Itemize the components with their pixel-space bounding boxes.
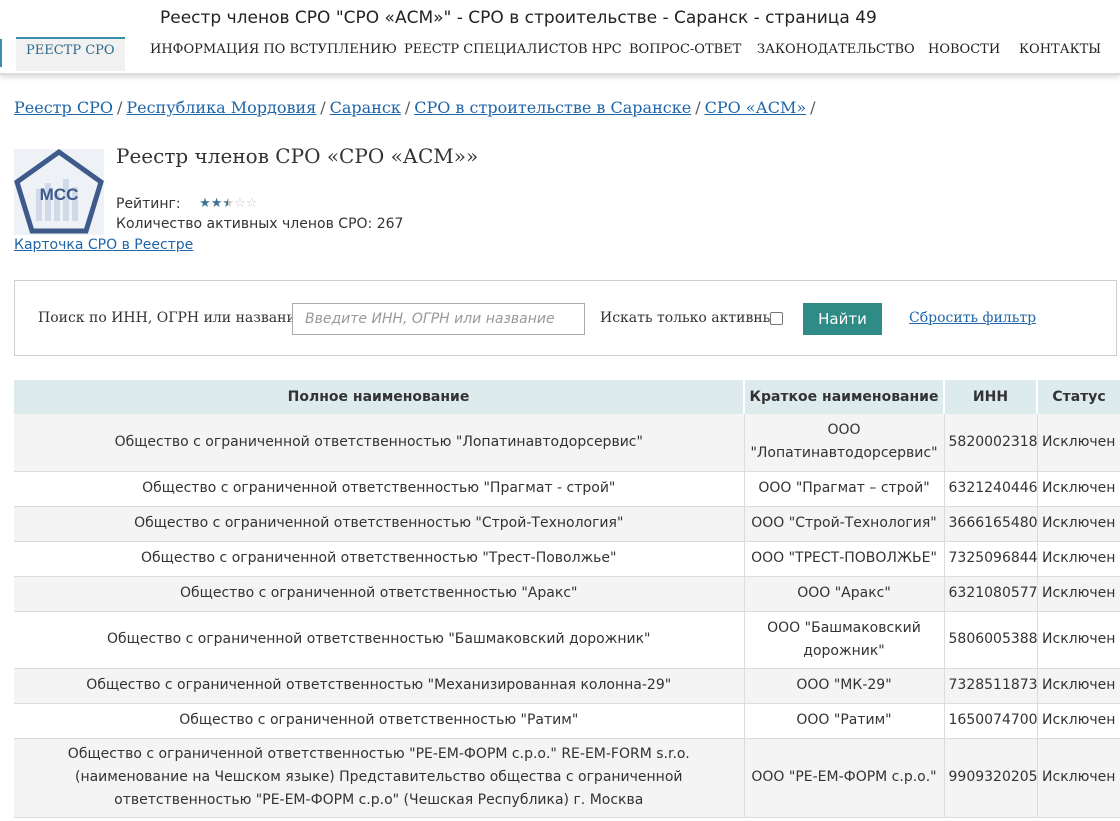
nav-item-joining-info[interactable]: Информация по вступлению: [150, 37, 397, 71]
rating-stars: ★★★☆☆: [199, 196, 257, 211]
page-title: Реестр членов СРО «СРО «АСМ»»: [116, 144, 479, 168]
cell-inn: 7328511873: [944, 668, 1038, 704]
breadcrumb-link-sro-asm[interactable]: СРО «АСМ»: [705, 98, 807, 117]
star-icon: ★: [210, 196, 223, 211]
cell-full-name: Общество с ограниченной ответственностью…: [14, 611, 745, 669]
table-row[interactable]: Общество с ограниченной ответственностью…: [14, 668, 1120, 704]
table-row[interactable]: Общество с ограниченной ответственностью…: [14, 414, 1120, 472]
cell-full-name: Общество с ограниченной ответственностью…: [14, 541, 745, 577]
cell-full-name: Общество с ограниченной ответственностью…: [14, 738, 745, 818]
sro-logo: МСС: [14, 148, 104, 235]
active-members-count: Количество активных членов СРО: 267: [116, 216, 404, 232]
star-icon: ★: [222, 196, 235, 211]
breadcrumb-separator: /: [404, 98, 411, 117]
breadcrumb-link-mordovia[interactable]: Республика Мордовия: [126, 98, 316, 117]
cell-status: Исключен: [1037, 738, 1120, 818]
nav-item-registry[interactable]: Реестр СРО: [16, 37, 125, 71]
cell-full-name: Общество с ограниченной ответственностью…: [14, 576, 745, 612]
cell-inn: 9909320205: [944, 738, 1038, 818]
cell-inn: 6321240446: [944, 471, 1038, 507]
star-icon: ☆: [234, 196, 246, 211]
search-label: Поиск по ИНН, ОГРН или названию:: [38, 310, 313, 326]
cell-inn: 5820002318: [944, 414, 1038, 472]
table-row[interactable]: Общество с ограниченной ответственностью…: [14, 541, 1120, 577]
column-header-short-name[interactable]: Краткое наименование: [744, 380, 945, 414]
cell-short-name: ООО "РЕ-ЕМ-ФОРМ с.р.о.": [744, 738, 945, 818]
breadcrumb: Реестр СРО / Республика Мордовия / Саранск / С…: [14, 98, 820, 117]
cell-short-name: ООО "Ратим": [744, 703, 945, 739]
reset-filter-link[interactable]: Сбросить фильтр: [909, 310, 1036, 326]
column-header-status[interactable]: Статус: [1037, 380, 1120, 414]
cell-status: Исключен: [1037, 471, 1120, 507]
breadcrumb-link-construction-sro[interactable]: СРО в строительстве в Саранске: [414, 98, 691, 117]
search-button[interactable]: Найти: [803, 303, 882, 335]
cell-full-name: Общество с ограниченной ответственностью…: [14, 703, 745, 739]
nav-item-specialists-registry[interactable]: Реестр специалистов НРС: [404, 37, 622, 71]
active-only-label: Искать только активные: [600, 310, 783, 326]
rating: Рейтинг: ★★★☆☆: [116, 196, 257, 212]
window-title: Реестр членов СРО "СРО «АСМ»" - СРО в ст…: [160, 8, 877, 28]
logo-text: МСС: [40, 185, 79, 204]
table-row[interactable]: Общество с ограниченной ответственностью…: [14, 611, 1120, 669]
cell-status: Исключен: [1037, 668, 1120, 704]
table-row[interactable]: Общество с ограниченной ответственностью…: [14, 703, 1120, 739]
breadcrumb-link-saransk[interactable]: Саранск: [330, 98, 401, 117]
cell-inn: 1650074700: [944, 703, 1038, 739]
cell-full-name: Общество с ограниченной ответственностью…: [14, 471, 745, 507]
table-row[interactable]: Общество с ограниченной ответственностью…: [14, 576, 1120, 612]
nav-edge-accent: [0, 39, 2, 67]
cell-status: Исключен: [1037, 414, 1120, 472]
nav-item-faq[interactable]: Вопрос-ответ: [629, 37, 741, 71]
main-nav: Реестр СРО Информация по вступлению Реес…: [0, 37, 1120, 75]
column-header-full-name[interactable]: Полное наименование: [14, 380, 745, 414]
window-titlebar: Реестр членов СРО "СРО «АСМ»" - СРО в ст…: [0, 0, 1120, 36]
breadcrumb-separator: /: [810, 98, 816, 117]
cell-inn: 5806005388: [944, 611, 1038, 669]
breadcrumb-separator: /: [320, 98, 326, 117]
cell-status: Исключен: [1037, 703, 1120, 739]
cell-inn: 6321080577: [944, 576, 1038, 612]
cell-status: Исключен: [1037, 576, 1120, 612]
star-icon: ★: [199, 196, 211, 211]
cell-short-name: ООО "ТРЕСТ-ПОВОЛЖЬЕ": [744, 541, 945, 577]
star-icon: ☆: [245, 196, 258, 211]
cell-short-name: ООО "МК-29": [744, 668, 945, 704]
members-table: Полное наименование Краткое наименование…: [14, 380, 1120, 818]
search-panel: Поиск по ИНН, ОГРН или названию: Искать …: [14, 280, 1117, 356]
cell-full-name: Общество с ограниченной ответственностью…: [14, 414, 745, 472]
cell-full-name: Общество с ограниченной ответственностью…: [14, 506, 745, 542]
active-only-checkbox[interactable]: [770, 312, 783, 325]
cell-status: Исключен: [1037, 541, 1120, 577]
cell-status: Исключен: [1037, 506, 1120, 542]
cell-short-name: ООО "Башмаковский дорожник": [744, 611, 945, 669]
table-row[interactable]: Общество с ограниченной ответственностью…: [14, 738, 1120, 818]
search-input[interactable]: [292, 303, 585, 335]
column-header-inn[interactable]: ИНН: [944, 380, 1038, 414]
table-row[interactable]: Общество с ограниченной ответственностью…: [14, 471, 1120, 507]
table-body: Общество с ограниченной ответственностью…: [14, 414, 1120, 818]
sro-card-link[interactable]: Карточка СРО в Реестре: [14, 237, 193, 253]
breadcrumb-link-sro-registry[interactable]: Реестр СРО: [14, 98, 113, 117]
cell-short-name: ООО "Прагмат – строй": [744, 471, 945, 507]
nav-item-contacts[interactable]: Контакты: [1019, 37, 1101, 71]
breadcrumb-separator: /: [695, 98, 701, 117]
nav-item-legislation[interactable]: Законодательство: [757, 37, 915, 71]
table-header-row: Полное наименование Краткое наименование…: [14, 380, 1120, 414]
cell-short-name: ООО "Лопатинавтодорсервис": [744, 414, 945, 472]
rating-label: Рейтинг:: [116, 196, 181, 212]
breadcrumb-separator: /: [116, 98, 123, 117]
cell-inn: 7325096844: [944, 541, 1038, 577]
nav-item-news[interactable]: Новости: [928, 37, 1000, 71]
cell-status: Исключен: [1037, 611, 1120, 669]
cell-short-name: ООО "Аракс": [744, 576, 945, 612]
cell-full-name: Общество с ограниченной ответственностью…: [14, 668, 745, 704]
cell-inn: 3666165480: [944, 506, 1038, 542]
table-row[interactable]: Общество с ограниченной ответственностью…: [14, 506, 1120, 542]
pentagon-logo-icon: МСС: [14, 148, 104, 234]
cell-short-name: ООО "Строй-Технология": [744, 506, 945, 542]
